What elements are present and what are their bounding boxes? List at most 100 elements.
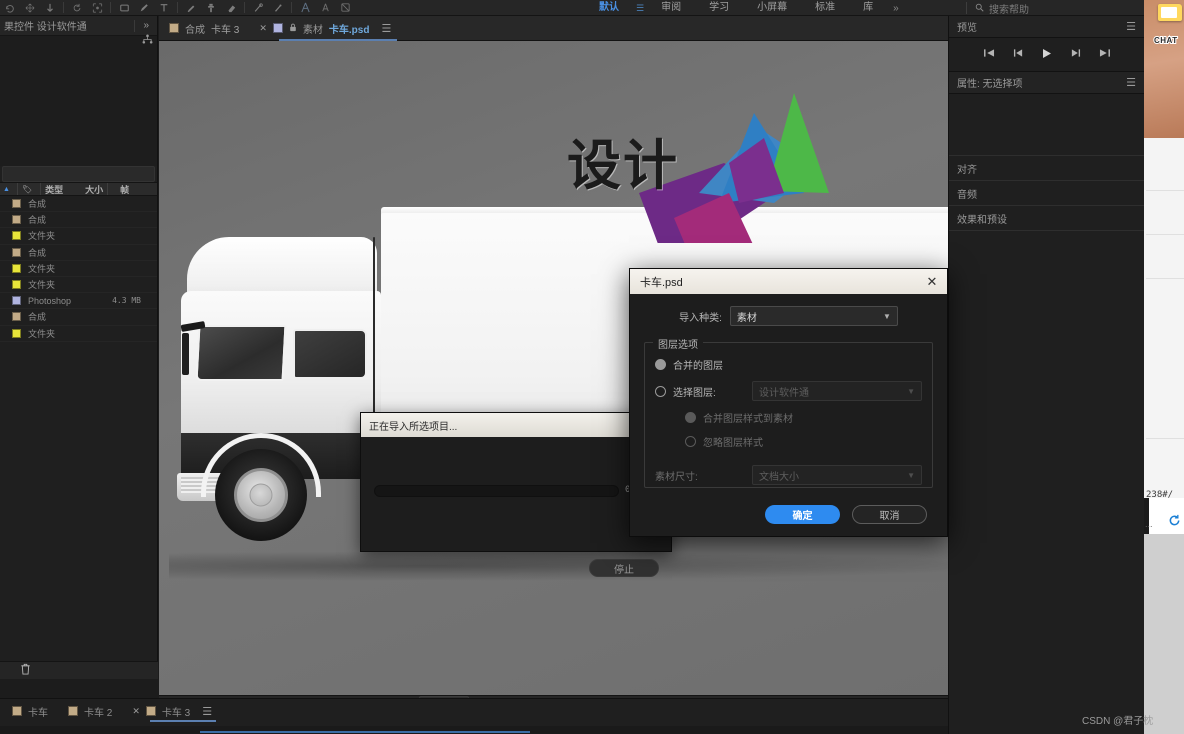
home-icon[interactable] xyxy=(0,1,20,15)
list-item[interactable]: 文件夹 xyxy=(0,277,157,294)
workspace-more-icon[interactable]: » xyxy=(887,3,905,14)
eraser-icon[interactable] xyxy=(221,1,241,15)
trash-icon[interactable] xyxy=(20,663,31,678)
lock-icon[interactable] xyxy=(289,23,297,34)
prev-frame-icon[interactable] xyxy=(1012,48,1025,61)
select-layer-dropdown[interactable]: 设计软件通 ▼ xyxy=(752,381,922,401)
column-frame[interactable]: 帧 xyxy=(120,183,129,196)
merge-styles-option: 合并图层样式到素材 xyxy=(685,410,922,425)
move-icon[interactable] xyxy=(20,1,40,15)
project-panel: 果控件 设计软件通 » ▲ 🏷 类型 大小 帧 合成 合成 文件夹 合成 文件夹… xyxy=(0,16,158,679)
col-divider xyxy=(16,183,18,195)
sort-triangle-icon[interactable]: ▲ xyxy=(3,186,10,193)
list-item[interactable]: 文件夹 xyxy=(0,228,157,245)
item-label: 合成 xyxy=(28,215,47,226)
next-frame-icon[interactable] xyxy=(1069,48,1082,61)
workspace-tab-bar: 默认 ☰ 审阅 学习 小屏幕 标准 库 » xyxy=(585,0,905,16)
pen-icon[interactable] xyxy=(134,1,154,15)
column-type[interactable]: 类型 xyxy=(45,183,63,196)
truck-side-window xyxy=(293,329,367,379)
brush-icon[interactable] xyxy=(181,1,201,15)
refresh-icon[interactable] xyxy=(1168,514,1181,530)
workspace-menu-icon[interactable]: ☰ xyxy=(633,3,647,14)
panel-section-align[interactable]: 对齐 xyxy=(949,156,1144,181)
timeline-panel: 卡车 卡车 2 ✕ 卡车 3 ☰ xyxy=(0,698,948,734)
item-color-swatch xyxy=(12,231,21,241)
background-footer-area xyxy=(1144,534,1184,734)
workspace-tab-learn[interactable]: 学习 xyxy=(695,0,743,16)
list-item[interactable]: Photoshop 4.3 MB xyxy=(0,293,157,310)
list-item[interactable]: 合成 xyxy=(0,309,157,326)
project-search-input[interactable] xyxy=(2,166,155,182)
ok-button[interactable]: 确定 xyxy=(765,504,840,524)
list-item[interactable]: 合成 xyxy=(0,245,157,261)
panel-menu-icon[interactable]: ☰ xyxy=(202,705,212,718)
close-icon[interactable]: ✕ xyxy=(132,706,140,717)
col-divider xyxy=(40,183,42,195)
radio-select-layer[interactable] xyxy=(655,385,666,397)
search-input[interactable]: 搜索帮助 xyxy=(989,1,1029,16)
timeline-work-area-bar[interactable] xyxy=(200,731,530,733)
viewer-tab-composition[interactable]: 合成 卡车 3 xyxy=(159,16,249,41)
panel-menu-icon[interactable]: ☰ xyxy=(1126,20,1136,33)
psd-import-dialog: 卡车.psd ✕ 导入种类: 素材 ▼ 图层选项 合并的图层 选择图层: 设计软… xyxy=(629,268,948,537)
dialog-body: 导入种类: 素材 ▼ 图层选项 合并的图层 选择图层: 设计软件通 ▼ 合并图层… xyxy=(630,294,947,488)
rotate-icon[interactable] xyxy=(67,1,87,15)
item-label: 合成 xyxy=(28,312,47,323)
item-size: 4.3 MB xyxy=(112,296,141,306)
preview-transport-controls xyxy=(949,38,1144,72)
timeline-tab-truck-2[interactable]: 卡车 2 xyxy=(58,699,122,723)
timeline-tab-truck-3[interactable]: ✕ 卡车 3 ☰ xyxy=(122,699,222,723)
timeline-tab-truck[interactable]: 卡车 xyxy=(2,699,58,723)
pan-behind-icon[interactable] xyxy=(40,1,60,15)
panel-menu-icon[interactable]: ☰ xyxy=(381,22,391,35)
chevron-right-icon[interactable]: » xyxy=(143,20,153,31)
url-fragment-text: 238#/ xyxy=(1146,490,1174,500)
radio-merged-layers[interactable] xyxy=(655,359,666,370)
list-item[interactable]: 文件夹 xyxy=(0,326,157,342)
select-layer-option[interactable]: 选择图层: 设计软件通 ▼ xyxy=(655,381,922,401)
list-item[interactable]: 合成 xyxy=(0,212,157,229)
rect-mask-icon[interactable] xyxy=(114,1,134,15)
folder-icon xyxy=(1158,4,1182,21)
last-frame-icon[interactable] xyxy=(1098,48,1111,61)
type-icon[interactable] xyxy=(154,1,174,15)
background-browser-window[interactable]: CHAT 238#/ ... xyxy=(1144,0,1184,734)
project-item-list: 合成 合成 文件夹 合成 文件夹 文件夹 Photoshop 4.3 MB 合成 … xyxy=(0,196,157,342)
workspace-tab-small-screen[interactable]: 小屏幕 xyxy=(743,0,801,16)
puppet-starch-icon[interactable] xyxy=(295,1,315,15)
close-icon[interactable]: ✕ xyxy=(259,23,267,34)
close-icon[interactable]: ✕ xyxy=(923,273,941,291)
stop-button[interactable]: 停止 xyxy=(589,559,659,577)
workspace-tab-review[interactable]: 审阅 xyxy=(647,0,695,16)
tab-color-swatch xyxy=(169,23,179,33)
list-item[interactable]: 合成 xyxy=(0,196,157,213)
workspace-tab-library[interactable]: 库 xyxy=(849,0,887,16)
column-size[interactable]: 大小 xyxy=(85,183,103,196)
workspace-tab-standard[interactable]: 标准 xyxy=(801,0,849,16)
list-item[interactable]: 文件夹 xyxy=(0,261,157,277)
right-panel-stack: 预览 ☰ 属性: 无选择项 ☰ 对齐 音频 效果和预设 xyxy=(948,16,1144,734)
panel-menu-icon[interactable]: ☰ xyxy=(1126,76,1136,89)
panel-section-effects-presets[interactable]: 效果和预设 xyxy=(949,206,1144,231)
puppet-bend-icon[interactable] xyxy=(335,1,355,15)
cancel-button[interactable]: 取消 xyxy=(852,504,927,524)
col-divider xyxy=(107,183,109,195)
import-progress-dialog: 正在导入所选项目... 0% 停止 xyxy=(360,412,672,577)
puppet-overlap-icon[interactable] xyxy=(315,1,335,15)
import-kind-select[interactable]: 素材 ▼ xyxy=(729,306,898,326)
project-panel-footer xyxy=(0,661,158,679)
merged-layers-option[interactable]: 合并的图层 xyxy=(655,357,922,372)
workspace-tab-default[interactable]: 默认 xyxy=(585,0,633,16)
play-icon[interactable] xyxy=(1041,48,1053,62)
clone-stamp-icon[interactable] xyxy=(201,1,221,15)
zoom-region-icon[interactable] xyxy=(87,1,107,15)
help-search[interactable]: 搜索帮助 xyxy=(975,0,1029,16)
puppet-pin-icon[interactable] xyxy=(268,1,288,15)
first-frame-icon[interactable] xyxy=(983,48,996,61)
roto-brush-icon[interactable] xyxy=(248,1,268,15)
project-preview-area xyxy=(0,36,157,166)
viewer-tab-footage[interactable]: ✕ 素材 卡车.psd ☰ xyxy=(249,16,401,41)
composition-flowchart-icon[interactable] xyxy=(142,34,153,47)
panel-section-audio[interactable]: 音频 xyxy=(949,181,1144,206)
